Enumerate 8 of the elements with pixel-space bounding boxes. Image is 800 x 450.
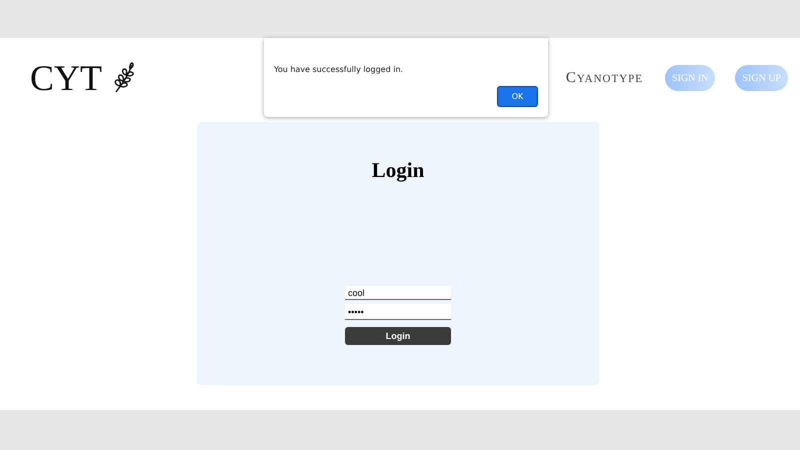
logo-text: CYT (30, 57, 102, 99)
dialog-message: You have successfully logged in. (274, 65, 404, 74)
login-title: Login (372, 158, 424, 183)
ok-button[interactable]: OK (497, 86, 538, 107)
login-button[interactable]: Login (345, 327, 451, 345)
password-field[interactable]: ••••• (345, 304, 451, 320)
username-field[interactable]: cool (345, 286, 451, 300)
brand-link[interactable]: Cyanotype (566, 70, 643, 86)
